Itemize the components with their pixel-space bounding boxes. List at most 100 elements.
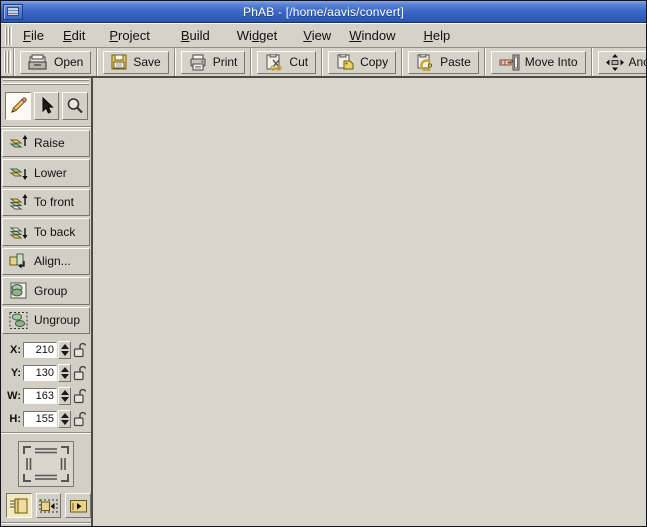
move-into-button[interactable]: Move Into xyxy=(491,51,586,74)
x-lock-button[interactable] xyxy=(73,342,86,358)
menu-edit[interactable]: Edit xyxy=(63,28,85,43)
side-toolbar-panel: Raise Lower To fron xyxy=(1,78,93,526)
to-front-icon xyxy=(8,193,30,212)
geometry-row-h: H: xyxy=(4,407,91,430)
tool-mode-row xyxy=(1,89,91,124)
x-input[interactable] xyxy=(23,342,57,358)
spin-down-icon[interactable] xyxy=(61,351,69,356)
collapse-panel-button[interactable] xyxy=(36,493,62,518)
zoom-tool-button[interactable] xyxy=(62,92,88,120)
design-canvas[interactable] xyxy=(93,78,646,526)
window-title: PhAB - [/home/aavis/convert] xyxy=(23,5,646,19)
menu-build[interactable]: Build xyxy=(181,28,210,43)
align-icon xyxy=(8,252,30,271)
sidepanel-grip[interactable] xyxy=(3,79,89,87)
w-input[interactable] xyxy=(23,388,57,404)
to-back-icon xyxy=(8,222,30,241)
print-icon xyxy=(189,54,208,71)
menu-help[interactable]: Help xyxy=(423,28,450,43)
align-button[interactable]: Align... xyxy=(2,248,90,276)
geometry-panel: X: Y: xyxy=(1,336,91,430)
divider xyxy=(1,126,91,128)
view-toggle-row xyxy=(1,491,91,520)
x-spinner[interactable] xyxy=(58,341,71,359)
lower-icon xyxy=(8,163,30,182)
y-lock-button[interactable] xyxy=(73,365,86,381)
cut-icon xyxy=(265,54,284,71)
toolbar: Open Save xyxy=(1,47,646,78)
pointer-icon xyxy=(38,97,56,115)
to-front-button[interactable]: To front xyxy=(2,189,90,217)
toolbar-grip[interactable] xyxy=(4,51,11,73)
w-lock-button[interactable] xyxy=(73,388,86,404)
h-input[interactable] xyxy=(23,411,57,427)
w-label: W: xyxy=(4,390,21,402)
anchoring-toggle-button[interactable]: Anchoring On xyxy=(598,51,647,74)
window-menu-button[interactable] xyxy=(3,4,23,20)
geometry-row-w: W: xyxy=(4,384,91,407)
unlock-icon xyxy=(73,411,86,427)
spin-down-icon[interactable] xyxy=(61,374,69,379)
hamburger-icon xyxy=(7,7,19,16)
h-lock-button[interactable] xyxy=(73,411,86,427)
expand-panel-button[interactable] xyxy=(65,493,91,518)
module-tree-button[interactable] xyxy=(6,493,32,518)
spin-down-icon[interactable] xyxy=(61,397,69,402)
titlebar: PhAB - [/home/aavis/convert] xyxy=(1,1,646,23)
save-button[interactable]: Save xyxy=(103,51,168,74)
menubar: File Edit Project Build Widget View Wind… xyxy=(1,23,646,47)
geometry-row-y: Y: xyxy=(4,361,91,384)
spin-up-icon[interactable] xyxy=(61,367,69,372)
paste-button[interactable]: Paste xyxy=(408,51,479,74)
unlock-icon xyxy=(73,342,86,358)
y-label: Y: xyxy=(4,367,21,379)
menu-file[interactable]: File xyxy=(23,28,44,43)
move-into-icon xyxy=(499,54,520,71)
select-tool-button[interactable] xyxy=(34,92,60,120)
h-label: H: xyxy=(4,413,21,425)
group-button[interactable]: Group xyxy=(2,277,90,305)
spin-down-icon[interactable] xyxy=(61,420,69,425)
anchor-frame-icon xyxy=(18,441,74,487)
y-input[interactable] xyxy=(23,365,57,381)
unlock-icon xyxy=(73,365,86,381)
copy-button[interactable]: Copy xyxy=(328,51,396,74)
save-icon xyxy=(111,54,128,71)
geometry-row-x: X: xyxy=(4,338,91,361)
pencil-icon xyxy=(8,96,28,116)
open-button[interactable]: Open xyxy=(20,51,91,74)
menu-view[interactable]: View xyxy=(303,28,331,43)
open-icon xyxy=(28,54,49,71)
raise-button[interactable]: Raise xyxy=(2,130,90,158)
y-spinner[interactable] xyxy=(58,364,71,382)
expand-panel-icon xyxy=(69,498,88,514)
raise-icon xyxy=(8,134,30,153)
ungroup-icon xyxy=(8,311,30,330)
panel-stack-icon xyxy=(9,498,28,514)
divider xyxy=(1,522,91,524)
print-button[interactable]: Print xyxy=(181,51,246,74)
menu-window[interactable]: Window xyxy=(349,28,395,43)
spin-up-icon[interactable] xyxy=(61,344,69,349)
w-spinner[interactable] xyxy=(58,387,71,405)
phab-window: PhAB - [/home/aavis/convert] File Edit P… xyxy=(0,0,647,527)
cut-button[interactable]: Cut xyxy=(257,51,316,74)
menu-widget[interactable]: Widget xyxy=(237,28,277,43)
magnifier-icon xyxy=(66,97,84,115)
spin-up-icon[interactable] xyxy=(61,390,69,395)
draw-tool-button[interactable] xyxy=(5,92,31,120)
anchor-editor[interactable] xyxy=(1,436,91,491)
x-label: X: xyxy=(4,344,21,356)
anchoring-icon xyxy=(606,54,624,71)
ungroup-button[interactable]: Ungroup xyxy=(2,307,90,335)
lower-button[interactable]: Lower xyxy=(2,159,90,187)
group-icon xyxy=(8,281,30,300)
spin-up-icon[interactable] xyxy=(61,413,69,418)
h-spinner[interactable] xyxy=(58,410,71,428)
unlock-icon xyxy=(73,388,86,404)
menu-project[interactable]: Project xyxy=(109,28,149,43)
to-back-button[interactable]: To back xyxy=(2,218,90,246)
menubar-grip[interactable] xyxy=(5,27,12,45)
copy-icon xyxy=(336,54,355,71)
main-area: Raise Lower To fron xyxy=(1,78,646,526)
